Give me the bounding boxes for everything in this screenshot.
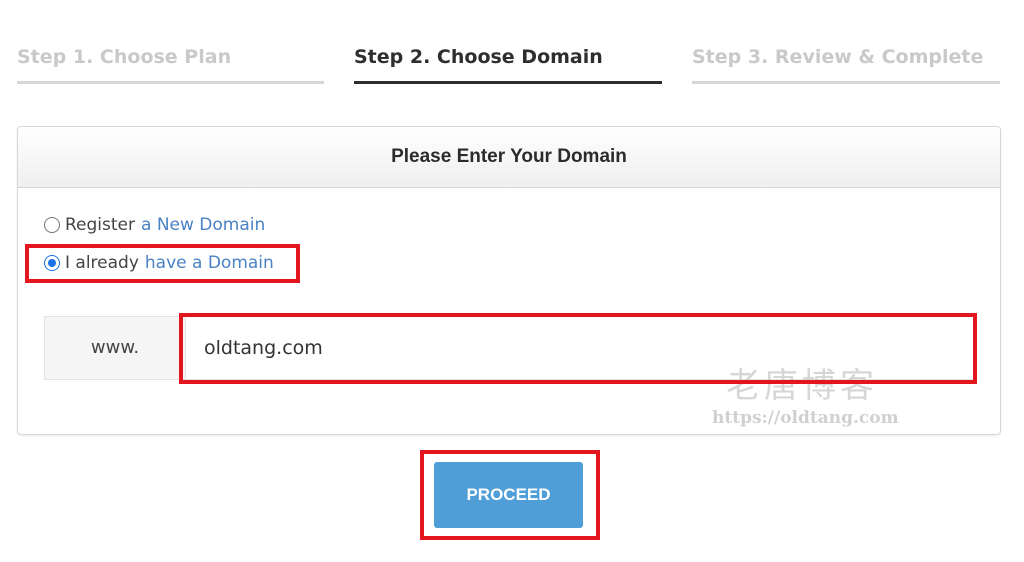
step-1-underline <box>17 81 324 84</box>
register-option-prefix: Register <box>65 215 135 235</box>
step-3-review-complete[interactable]: Step 3. Review & Complete <box>692 46 1000 86</box>
proceed-button[interactable]: PROCEED <box>434 462 583 528</box>
www-prefix: www. <box>44 316 186 380</box>
watermark-url: https://oldtang.com <box>712 408 899 428</box>
step-1-choose-plan[interactable]: Step 1. Choose Plan <box>17 46 324 86</box>
register-option-link[interactable]: a New Domain <box>141 215 265 235</box>
register-new-domain-radio[interactable] <box>44 217 60 233</box>
have-option-link[interactable]: have a Domain <box>145 253 274 273</box>
watermark-text: 老唐博客 <box>726 366 878 406</box>
step-2-choose-domain[interactable]: Step 2. Choose Domain <box>354 46 662 86</box>
have-domain-option[interactable]: I already have a Domain <box>44 251 274 275</box>
step-3-underline <box>692 81 1000 84</box>
register-new-domain-option[interactable]: Register a New Domain <box>44 213 265 237</box>
have-domain-radio[interactable] <box>44 255 60 271</box>
step-2-underline <box>354 81 662 84</box>
have-option-prefix: I already <box>65 253 139 273</box>
step-3-label: Step 3. Review & Complete <box>692 46 984 68</box>
panel-title: Please Enter Your Domain <box>18 127 1000 188</box>
step-2-label: Step 2. Choose Domain <box>354 46 603 68</box>
step-1-label: Step 1. Choose Plan <box>17 46 232 68</box>
